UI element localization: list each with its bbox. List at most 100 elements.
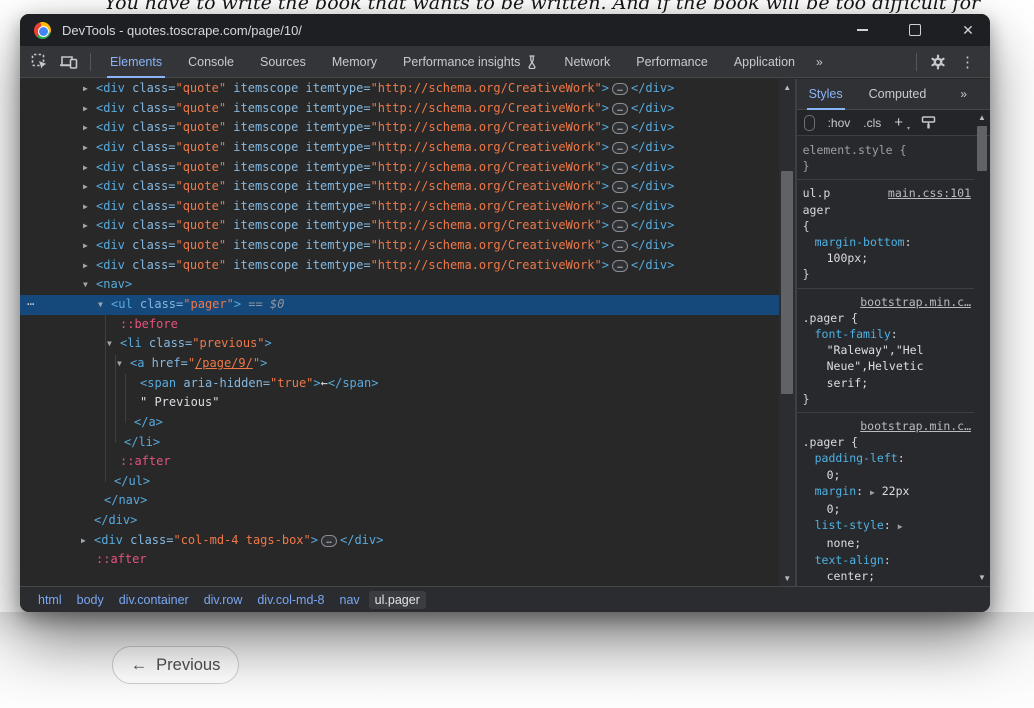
style-rule-line[interactable]: bootstrap.min.c… (797, 294, 974, 310)
minimize-button[interactable] (854, 22, 870, 38)
stylesheet-link[interactable]: bootstrap.min.c… (860, 294, 971, 310)
scroll-up-icon[interactable]: ▲ (975, 111, 989, 123)
inline-expand-ellipsis-icon[interactable]: … (612, 122, 628, 134)
more-sidebar-tabs-icon[interactable]: » (952, 87, 974, 101)
inline-expand-ellipsis-icon[interactable]: … (612, 83, 628, 95)
style-rule-line[interactable]: 0; (797, 467, 974, 483)
expand-arrow-right-icon[interactable]: ▶ (83, 236, 88, 256)
style-rule-line[interactable]: margin: ▶ 22px (797, 483, 974, 501)
inline-expand-ellipsis-icon[interactable]: … (612, 260, 628, 272)
style-rule-line[interactable]: "Raleway","Hel (797, 342, 974, 358)
dom-node-div-quote-1[interactable]: ▶<div class="quote" itemscope itemtype="… (20, 79, 779, 99)
tab-styles[interactable]: Styles (809, 79, 843, 110)
dom-node-div-quote-10[interactable]: ▶<div class="quote" itemscope itemtype="… (20, 256, 779, 276)
dom-node-div-tagsbox[interactable]: ▶<div class="col-md-4 tags-box">…</div> (20, 531, 779, 551)
tab-elements[interactable]: Elements (97, 46, 175, 78)
dom-node-div-quote-8[interactable]: ▶<div class="quote" itemscope itemtype="… (20, 216, 779, 236)
dom-node-after-2[interactable]: ::after (20, 550, 779, 570)
breadcrumb-body[interactable]: body (71, 591, 110, 609)
tab-console[interactable]: Console (175, 46, 247, 78)
customize-devtools-kebab-icon[interactable]: ⋮ (953, 53, 982, 71)
style-rule-line[interactable]: list-style: ▶ (797, 517, 974, 535)
dom-node-li-close[interactable]: </li> (20, 433, 779, 453)
style-rule-line[interactable]: { (797, 218, 974, 234)
inline-expand-ellipsis-icon[interactable]: … (612, 201, 628, 213)
expand-arrow-down-icon[interactable]: ▼ (117, 354, 122, 374)
inline-expand-ellipsis-icon[interactable]: … (612, 103, 628, 115)
toggle-class-button[interactable]: .cls (863, 116, 881, 130)
style-rule-line[interactable]: 100px; (797, 250, 974, 266)
expand-arrow-down-icon[interactable]: ▼ (107, 334, 112, 354)
dom-node-li-previous[interactable]: ▼<li class="previous"> (20, 334, 779, 354)
breadcrumb-div-row[interactable]: div.row (198, 591, 249, 609)
expand-arrow-right-icon[interactable]: ▶ (83, 197, 88, 217)
style-rule-line[interactable]: Neue",Helvetic (797, 358, 974, 374)
dom-node-nav-close[interactable]: </nav> (20, 491, 779, 511)
style-rule-line[interactable]: none; (797, 535, 974, 551)
breadcrumb-html[interactable]: html (32, 591, 68, 609)
style-rule-line[interactable]: text-align: (797, 552, 974, 568)
rendering-emulation-icon[interactable] (921, 115, 936, 130)
tab-sources[interactable]: Sources (247, 46, 319, 78)
expand-arrow-right-icon[interactable]: ▶ (83, 99, 88, 119)
dom-node-div-quote-4[interactable]: ▶<div class="quote" itemscope itemtype="… (20, 138, 779, 158)
dom-node-span-arrow[interactable]: <span aria-hidden="true">←</span> (20, 374, 779, 394)
scroll-down-icon[interactable]: ▼ (779, 572, 795, 584)
tab-application[interactable]: Application (721, 46, 808, 78)
inline-expand-ellipsis-icon[interactable]: … (612, 220, 628, 232)
node-menu-dots-icon[interactable]: ⋯ (27, 295, 35, 315)
stylesheet-link[interactable]: bootstrap.min.c… (860, 418, 971, 434)
dom-node-a-page9[interactable]: ▼<a href="/page/9/"> (20, 354, 779, 374)
dom-node-div-quote-3[interactable]: ▶<div class="quote" itemscope itemtype="… (20, 118, 779, 138)
styles-scrollbar[interactable]: ▲ ▼ (975, 111, 989, 583)
stylesheet-link[interactable]: main.css:101 (888, 185, 971, 201)
style-rule-line[interactable]: ager (797, 202, 974, 218)
style-rule-line[interactable]: center; (797, 568, 974, 584)
style-rule-line[interactable]: serif; (797, 375, 974, 391)
expand-arrow-right-icon[interactable]: ▶ (83, 118, 88, 138)
expand-arrow-right-icon[interactable]: ▶ (83, 216, 88, 236)
style-rule-line[interactable]: bootstrap.min.c… (797, 418, 974, 434)
style-rule-line[interactable]: 0; (797, 501, 974, 517)
expand-arrow-right-icon[interactable]: ▶ (83, 158, 88, 178)
style-rule-line[interactable]: element.style { (797, 142, 974, 158)
style-rule-line[interactable]: .pager { (797, 310, 974, 326)
style-rule-line[interactable]: } (797, 266, 974, 282)
tab-performance-insights[interactable]: Performance insights (390, 46, 551, 78)
inspect-element-icon[interactable] (30, 53, 48, 71)
dom-node-text-previous[interactable]: " Previous" (20, 393, 779, 413)
dom-node-div-quote-2[interactable]: ▶<div class="quote" itemscope itemtype="… (20, 99, 779, 119)
dom-node-ul-pager[interactable]: ⋯▼<ul class="pager"> == $0 (20, 295, 779, 315)
tab-memory[interactable]: Memory (319, 46, 390, 78)
maximize-button[interactable] (907, 22, 923, 38)
style-rule-line[interactable]: margin-bottom: (797, 234, 974, 250)
tab-performance[interactable]: Performance (623, 46, 721, 78)
elements-scrollbar[interactable]: ▲ ▼ (779, 79, 795, 586)
style-filter-input[interactable] (804, 115, 815, 131)
settings-gear-icon[interactable] (929, 53, 947, 71)
style-rule-line[interactable]: font-family: (797, 326, 974, 342)
dom-node-div-quote-5[interactable]: ▶<div class="quote" itemscope itemtype="… (20, 158, 779, 178)
breadcrumb-div-col-md-8[interactable]: div.col-md-8 (251, 591, 330, 609)
close-button[interactable]: ✕ (960, 22, 976, 38)
breadcrumb-nav[interactable]: nav (334, 591, 366, 609)
dom-node-after[interactable]: ::after (20, 452, 779, 472)
dom-node-nav-open[interactable]: ▼<nav> (20, 275, 779, 295)
expand-arrow-right-icon[interactable]: ▶ (83, 177, 88, 197)
scroll-up-icon[interactable]: ▲ (779, 81, 795, 93)
inline-expand-ellipsis-icon[interactable]: … (612, 181, 628, 193)
dom-node-div-quote-7[interactable]: ▶<div class="quote" itemscope itemtype="… (20, 197, 779, 217)
expand-arrow-down-icon[interactable]: ▼ (83, 275, 88, 295)
inline-expand-ellipsis-icon[interactable]: … (612, 162, 628, 174)
expand-arrow-right-icon[interactable]: ▶ (83, 79, 88, 99)
elements-scrollbar-thumb[interactable] (781, 171, 793, 394)
dom-node-div-quote-6[interactable]: ▶<div class="quote" itemscope itemtype="… (20, 177, 779, 197)
new-style-rule-button[interactable]: +▾ (894, 114, 908, 131)
dom-node-div-quote-9[interactable]: ▶<div class="quote" itemscope itemtype="… (20, 236, 779, 256)
style-rule-line[interactable]: main.css:101ul.p (797, 185, 974, 201)
style-rule-line[interactable]: } (797, 158, 974, 174)
style-rule-line[interactable]: } (797, 391, 974, 407)
previous-page-button[interactable]: ← Previous (112, 646, 239, 684)
tab-network[interactable]: Network (551, 46, 623, 78)
scroll-down-icon[interactable]: ▼ (975, 571, 989, 583)
